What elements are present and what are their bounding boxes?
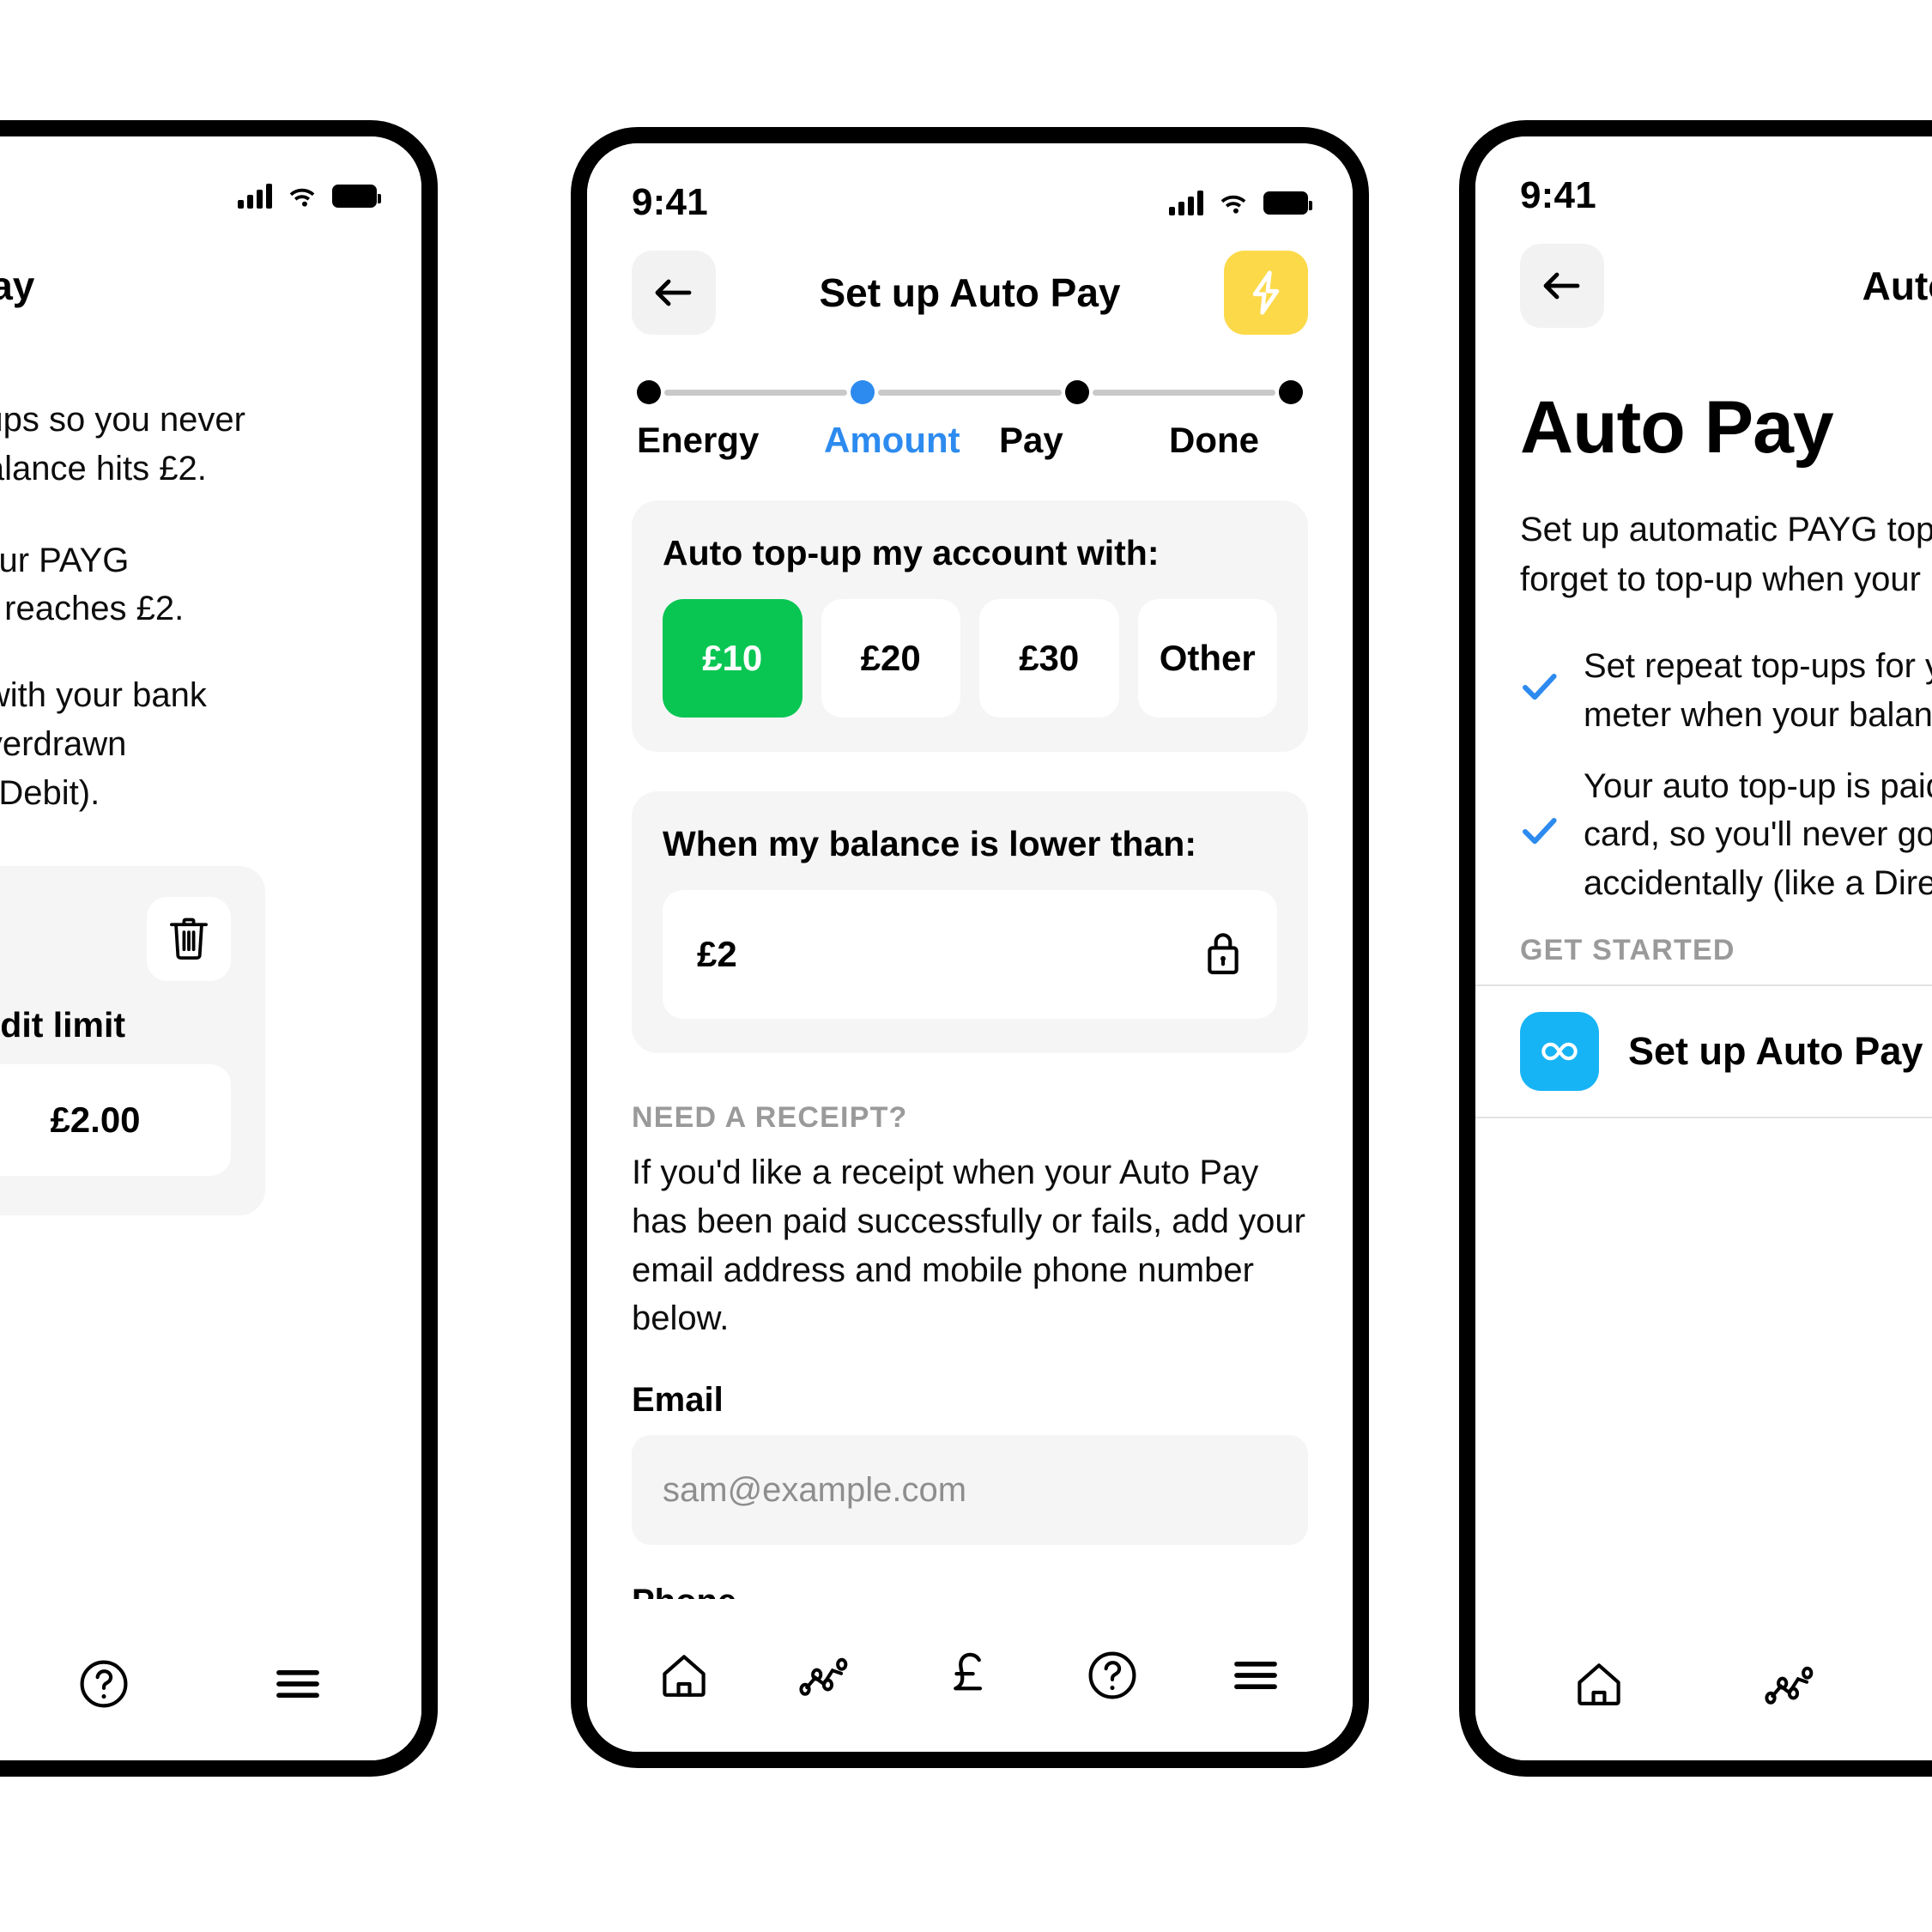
setup-auto-pay-label: Set up Auto Pay bbox=[1628, 1028, 1923, 1073]
benefit-text: Set repeat top-ups for yo meter when you… bbox=[1584, 647, 1932, 734]
center-status-icons bbox=[1169, 190, 1312, 215]
center-tabbar bbox=[587, 1599, 1353, 1752]
battery-icon bbox=[1263, 191, 1312, 215]
phone-center: 9:41 Set up Auto Pay Energy Amount Pay D… bbox=[571, 127, 1369, 1768]
delete-button[interactable] bbox=[147, 896, 231, 981]
phone-right: 9:41 Auto Pay Auto Pay Set up automatic … bbox=[1459, 120, 1932, 1777]
left-body-3: p-up is paid with your bank ll never go … bbox=[0, 676, 207, 812]
email-label: Email bbox=[632, 1381, 724, 1420]
right-page-title: Auto Pay bbox=[1520, 386, 1834, 469]
center-status-time: 9:41 bbox=[632, 181, 708, 223]
amount-option-10[interactable]: £10 bbox=[663, 599, 802, 718]
credit-limit-row: £2.00 bbox=[0, 1063, 231, 1176]
signal-bars-icon bbox=[1169, 190, 1203, 215]
right-screen: 9:41 Auto Pay Auto Pay Set up automatic … bbox=[1475, 136, 1932, 1760]
check-icon bbox=[1520, 815, 1560, 855]
lightning-bolt-icon bbox=[1252, 270, 1280, 315]
step-dot-amount[interactable] bbox=[851, 380, 875, 404]
threshold-value: £2 bbox=[697, 934, 737, 974]
step-label-pay: Pay bbox=[999, 420, 1063, 460]
right-benefit-list: Set repeat top-ups for yo meter when you… bbox=[1520, 642, 1932, 908]
stepper-track bbox=[637, 380, 1303, 404]
list-item: Set repeat top-ups for yo meter when you… bbox=[1520, 642, 1932, 740]
left-screen: Auto Pay c PAYG top-ups so you never whe… bbox=[0, 136, 421, 1760]
receipt-description: If you'd like a receipt when your Auto P… bbox=[632, 1154, 1305, 1338]
benefit-text: Your auto top-up is paid card, so you'll… bbox=[1584, 766, 1932, 903]
step-label-done: Done bbox=[1169, 420, 1259, 460]
lock-icon bbox=[1203, 929, 1243, 981]
stepper-labels: Energy Amount Pay Done bbox=[637, 420, 1303, 461]
step-label-amount: Amount bbox=[824, 420, 960, 460]
setup-auto-pay-row[interactable]: Set up Auto Pay bbox=[1475, 984, 1932, 1118]
step-line-3 bbox=[1092, 389, 1275, 396]
tab-usage[interactable] bbox=[1752, 1643, 1834, 1725]
topup-card-title: Auto top-up my account with: bbox=[663, 533, 1160, 572]
battery-icon bbox=[332, 184, 381, 208]
tab-usage[interactable] bbox=[786, 1634, 869, 1717]
right-status-time: 9:41 bbox=[1520, 174, 1596, 216]
step-dot-pay[interactable] bbox=[1064, 380, 1089, 404]
left-body-1: c PAYG top-ups so you never when your ba… bbox=[0, 401, 245, 488]
step-dot-energy[interactable] bbox=[637, 380, 661, 404]
credit-limit-label: Credit limit bbox=[0, 1004, 126, 1045]
left-status-icons bbox=[238, 183, 381, 209]
left-nav-title: Auto Pay bbox=[0, 263, 35, 308]
credit-limit-value[interactable]: £2.00 bbox=[0, 1063, 231, 1176]
amount-option-30[interactable]: £30 bbox=[979, 599, 1119, 718]
topup-amount-card: Auto top-up my account with: £10 £20 £30… bbox=[632, 500, 1308, 752]
center-screen: 9:41 Set up Auto Pay Energy Amount Pay D… bbox=[587, 143, 1353, 1752]
list-item: Your auto top-up is paid card, so you'll… bbox=[1520, 762, 1932, 908]
left-body-2: op-ups for your PAYG your balance reache… bbox=[0, 541, 185, 628]
check-icon bbox=[1520, 671, 1560, 711]
receipt-section-label: NEED A RECEIPT? bbox=[632, 1101, 908, 1134]
left-credit-card: Credit limit £2.00 bbox=[0, 865, 265, 1215]
tab-home[interactable] bbox=[643, 1634, 725, 1717]
setup-stepper: Energy Amount Pay Done bbox=[587, 337, 1353, 461]
right-status-bar: 9:41 bbox=[1475, 136, 1932, 219]
left-status-bar bbox=[0, 136, 421, 219]
threshold-card-title: When my balance is lower than: bbox=[663, 824, 1196, 863]
tab-menu[interactable] bbox=[1214, 1634, 1297, 1717]
threshold-input[interactable]: £2 bbox=[663, 890, 1277, 1019]
email-input[interactable]: sam@example.com bbox=[632, 1435, 1308, 1546]
signal-bars-icon bbox=[238, 183, 272, 209]
get-started-label: GET STARTED bbox=[1520, 933, 1735, 966]
tab-pound[interactable] bbox=[929, 1634, 1011, 1717]
infinity-icon bbox=[1520, 1011, 1599, 1091]
center-status-bar: 9:41 bbox=[587, 143, 1353, 226]
step-line-2 bbox=[878, 389, 1062, 396]
tab-home[interactable] bbox=[1558, 1643, 1640, 1725]
tab-help[interactable] bbox=[1071, 1634, 1154, 1717]
step-line-1 bbox=[664, 389, 848, 396]
screenshot-stage: Auto Pay c PAYG top-ups so you never whe… bbox=[0, 0, 1932, 1932]
balance-threshold-card: When my balance is lower than: £2 bbox=[632, 791, 1308, 1053]
amount-option-20[interactable]: £20 bbox=[821, 599, 960, 718]
back-button[interactable] bbox=[632, 251, 716, 335]
back-button[interactable] bbox=[1520, 244, 1604, 328]
step-label-energy: Energy bbox=[637, 420, 760, 460]
step-dot-done[interactable] bbox=[1278, 380, 1303, 404]
amount-options: £10 £20 £30 Other bbox=[663, 599, 1277, 718]
tab-menu[interactable] bbox=[257, 1643, 339, 1725]
center-navbar: Set up Auto Pay bbox=[587, 226, 1353, 337]
right-intro-text: Set up automatic PAYG top-u forget to to… bbox=[1520, 511, 1932, 598]
amount-option-other[interactable]: Other bbox=[1137, 599, 1277, 718]
right-navbar: Auto Pay bbox=[1475, 219, 1932, 330]
wifi-icon bbox=[286, 184, 318, 208]
tab-help[interactable] bbox=[63, 1643, 145, 1725]
lightning-action-button[interactable] bbox=[1224, 251, 1308, 335]
left-navbar: Auto Pay bbox=[0, 219, 421, 330]
right-tabbar bbox=[1475, 1608, 1932, 1760]
wifi-icon bbox=[1217, 191, 1250, 215]
phone-left: Auto Pay c PAYG top-ups so you never whe… bbox=[0, 120, 438, 1777]
left-tabbar bbox=[0, 1608, 421, 1760]
